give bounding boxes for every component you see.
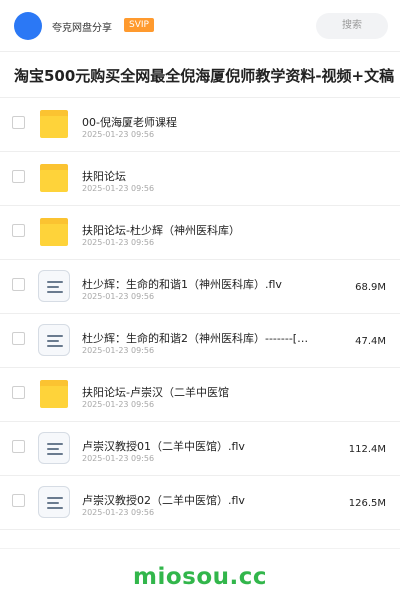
- file-date: 2025-01-23 09:56: [82, 508, 155, 517]
- video-file-icon: [38, 432, 70, 464]
- file-name[interactable]: 00-倪海厦老师课程: [82, 114, 177, 130]
- select-checkbox[interactable]: [12, 494, 25, 507]
- select-checkbox[interactable]: [12, 332, 25, 345]
- footer: miosou.cc: [0, 548, 400, 600]
- video-file-icon: [38, 486, 70, 518]
- share-title: 淘宝500元购买全网最全倪海厦倪师教学资料-视频+文稿 15: [14, 67, 400, 85]
- select-checkbox[interactable]: [12, 116, 25, 129]
- search-button[interactable]: 搜索: [316, 13, 388, 39]
- select-checkbox[interactable]: [12, 278, 25, 291]
- select-checkbox[interactable]: [12, 224, 25, 237]
- file-size: 47.4M: [355, 336, 386, 347]
- folder-icon: [38, 378, 70, 410]
- file-date: 2025-01-23 09:56: [82, 184, 155, 193]
- svip-badge: SVIP: [124, 18, 154, 32]
- file-row[interactable]: 扶阳论坛-卢崇汉（二羊中医馆 2025-01-23 09:56: [0, 368, 400, 422]
- file-date: 2025-01-23 09:56: [82, 454, 155, 463]
- file-row[interactable]: 扶阳论坛 2025-01-23 09:56: [0, 152, 400, 206]
- file-row[interactable]: 00-倪海厦老师课程 2025-01-23 09:56: [0, 98, 400, 152]
- file-row[interactable]: 卢崇汉教授01（二羊中医馆）.flv 2025-01-23 09:56 112.4M: [0, 422, 400, 476]
- file-date: 2025-01-23 09:56: [82, 130, 155, 139]
- folder-icon: [38, 108, 70, 140]
- file-date: 2025-01-23 09:56: [82, 292, 155, 301]
- file-date: 2025-01-23 09:56: [82, 400, 155, 409]
- file-date: 2025-01-23 09:56: [82, 346, 155, 355]
- folder-icon: [38, 216, 70, 248]
- file-name[interactable]: 杜少辉：生命的和谐1（神州医科库）.flv: [82, 276, 282, 292]
- file-size: 112.4M: [348, 444, 386, 455]
- share-title-bar: 淘宝500元购买全网最全倪海厦倪师教学资料-视频+文稿 15: [0, 52, 400, 98]
- file-name[interactable]: 扶阳论坛: [82, 168, 126, 184]
- watermark-text: miosou.cc: [132, 564, 268, 590]
- file-row[interactable]: 杜少辉：生命的和谐2（神州医科库）-------[… 2025-01-23 09:…: [0, 314, 400, 368]
- file-row[interactable]: 扶阳论坛-杜少辉（神州医科库） 2025-01-23 09:56: [0, 206, 400, 260]
- select-checkbox[interactable]: [12, 386, 25, 399]
- file-name[interactable]: 杜少辉：生命的和谐2（神州医科库）-------[…: [82, 330, 308, 346]
- file-size: 126.5M: [348, 498, 386, 509]
- file-size: 68.9M: [355, 282, 386, 293]
- folder-icon: [38, 162, 70, 194]
- file-name[interactable]: 卢崇汉教授01（二羊中医馆）.flv: [82, 438, 245, 454]
- file-date: 2025-01-23 09:56: [82, 238, 155, 247]
- header: 夸克网盘分享 SVIP 搜索: [0, 0, 400, 52]
- file-row[interactable]: 杜少辉：生命的和谐1（神州医科库）.flv 2025-01-23 09:56 68.…: [0, 260, 400, 314]
- file-name[interactable]: 扶阳论坛-杜少辉（神州医科库）: [82, 222, 240, 238]
- file-list: 00-倪海厦老师课程 2025-01-23 09:56 扶阳论坛 2025-01-23…: [0, 98, 400, 530]
- file-name[interactable]: 扶阳论坛-卢崇汉（二羊中医馆: [82, 384, 229, 400]
- avatar[interactable]: [14, 12, 42, 40]
- select-checkbox[interactable]: [12, 440, 25, 453]
- video-file-icon: [38, 324, 70, 356]
- video-file-icon: [38, 270, 70, 302]
- file-name[interactable]: 卢崇汉教授02（二羊中医馆）.flv: [82, 492, 245, 508]
- file-row[interactable]: 卢崇汉教授02（二羊中医馆）.flv 2025-01-23 09:56 126.5M: [0, 476, 400, 530]
- select-checkbox[interactable]: [12, 170, 25, 183]
- app-name: 夸克网盘分享: [52, 23, 112, 34]
